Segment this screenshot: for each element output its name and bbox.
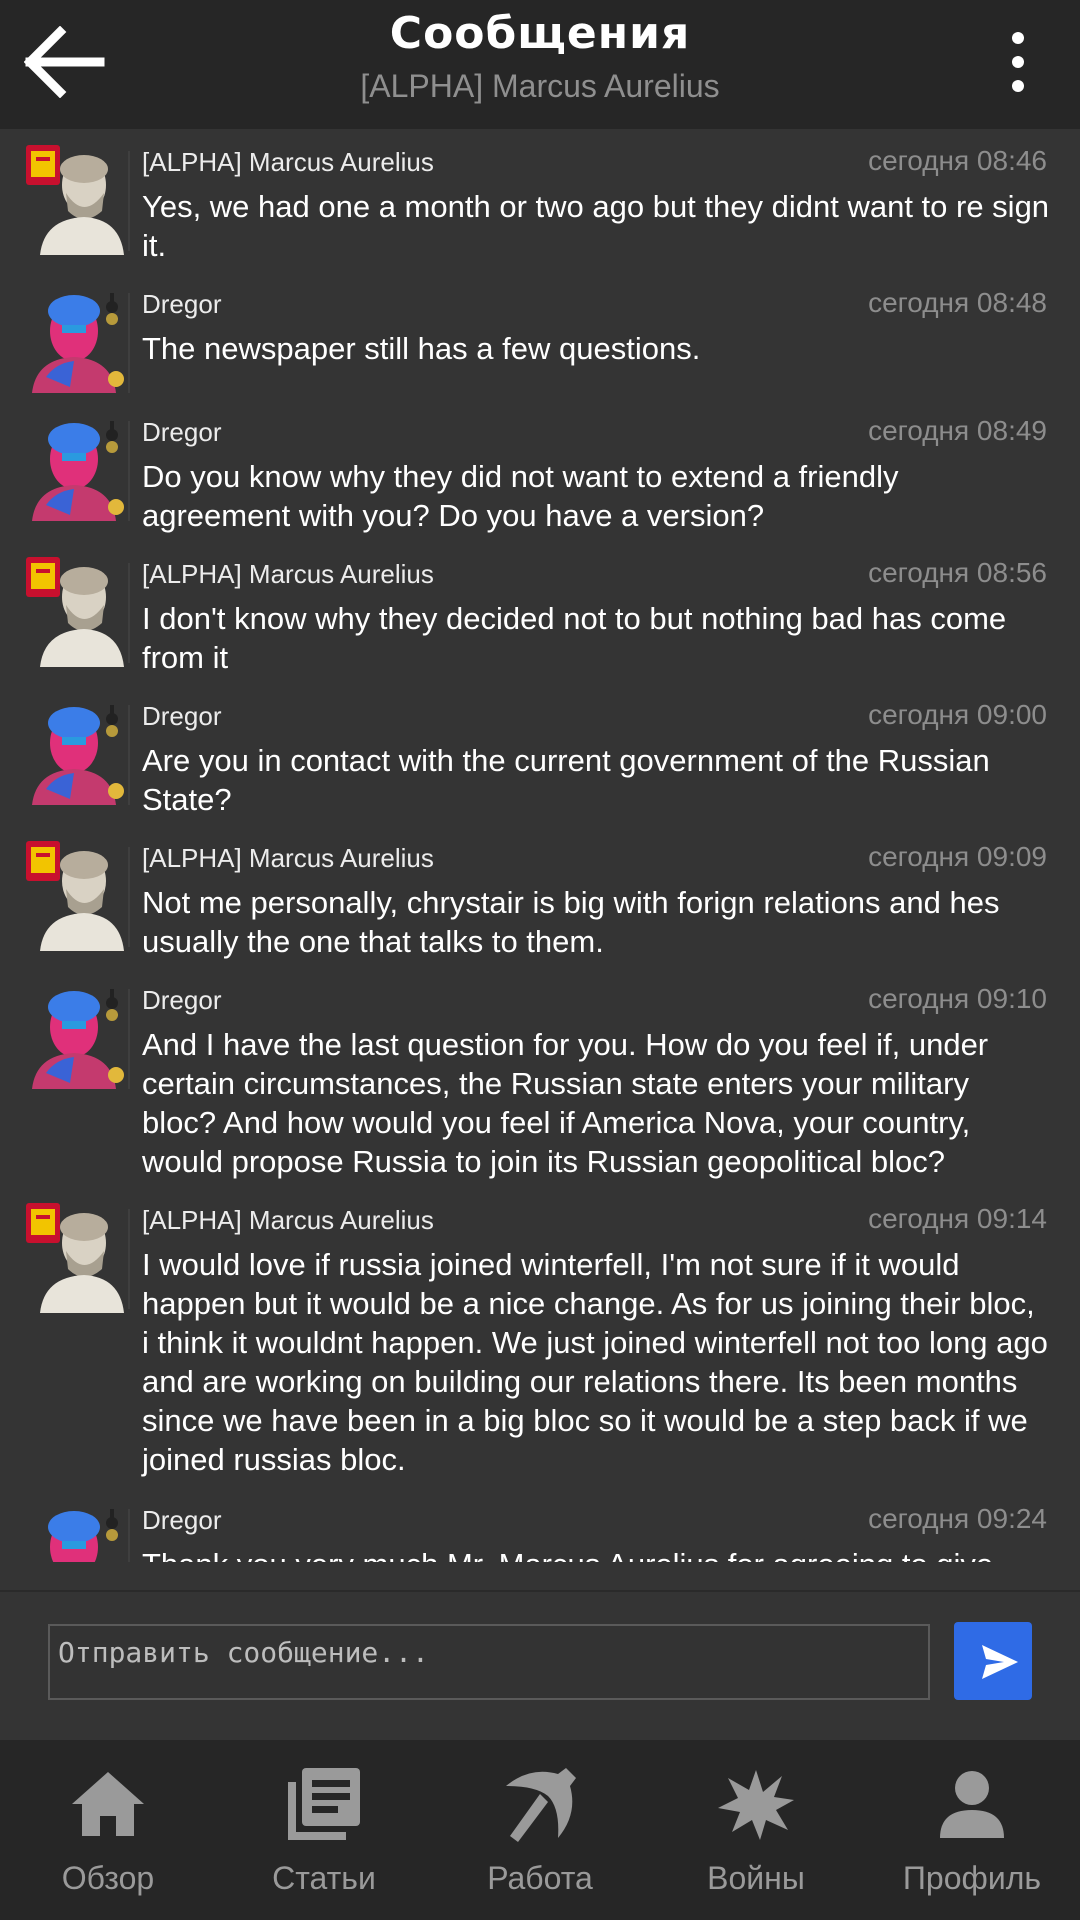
nav-item-wars[interactable]: Войны [648,1740,864,1920]
message-text: And I have the last question for you. Ho… [142,1027,989,1179]
nav-label-wars: Войны [707,1860,805,1896]
home-icon [72,1772,144,1836]
message-input[interactable] [48,1624,930,1700]
message-item[interactable]: [ALPHA] Marcus Aurelius сегодня 08:56 I do… [0,541,1080,683]
nav-item-articles[interactable]: Статьи [216,1740,432,1920]
nav-label-overview: Обзор [61,1860,155,1896]
nav-item-overview[interactable]: Обзор [0,1740,216,1920]
message-sender[interactable]: Dregor [142,417,221,448]
message-item[interactable]: [ALPHA] Marcus Aurelius сегодня 08:46 Yes,… [0,129,1080,271]
message-text: Not me personally, chrystair is big with… [142,885,1000,959]
message-time: сегодня 09:14 [868,1203,1047,1234]
message-time: сегодня 08:49 [868,415,1047,446]
message-sender[interactable]: [ALPHA] Marcus Aurelius [142,559,434,590]
message-divider [128,1209,130,1309]
message-time: сегодня 08:48 [868,287,1047,318]
message-sender[interactable]: [ALPHA] Marcus Aurelius [142,843,434,874]
more-vertical-icon-dot [1012,56,1024,68]
nav-item-work[interactable]: Работа [432,1740,648,1920]
message-time: сегодня 09:24 [868,1503,1047,1534]
avatar[interactable] [26,145,126,255]
nav-label-work: Работа [487,1860,593,1896]
message-composer [0,1590,1080,1742]
avatar[interactable] [26,983,126,1093]
explosion-icon [718,1770,794,1840]
app-header: Сообщения [ALPHA] Marcus Aurelius [0,0,1080,129]
bottom-navigation: Обзор Статьи Работа Войны Профиль [0,1740,1080,1920]
send-icon [982,1645,1018,1679]
more-vertical-icon-dot [1012,80,1024,92]
avatar[interactable] [26,1503,126,1562]
avatar[interactable] [26,699,126,809]
message-item[interactable]: Dregor сегодня 08:49 Do you know why they … [0,399,1080,541]
message-sender[interactable]: Dregor [142,985,221,1016]
message-item[interactable]: Dregor сегодня 08:48 The newspaper still h… [0,271,1080,399]
message-list[interactable]: [ALPHA] Marcus Aurelius сегодня 08:46 Yes,… [0,129,1080,1562]
message-text: Do you know why they did not want to ext… [142,459,899,533]
message-text: I don't know why they decided not to but… [142,601,1007,675]
message-item[interactable]: Dregor сегодня 09:24 Thank you very much M… [0,1487,1080,1562]
message-item[interactable]: [ALPHA] Marcus Aurelius сегодня 09:09 Not … [0,825,1080,967]
conversation-partner: [ALPHA] Marcus Aurelius [360,68,720,104]
message-divider [128,293,130,393]
message-text: The newspaper still has a few questions. [142,331,701,366]
message-text: Thank you very much Mr. Marcus Aurelius … [142,1545,1050,1562]
avatar[interactable] [26,287,126,397]
message-item[interactable]: Dregor сегодня 09:10 And I have the last q… [0,967,1080,1187]
message-sender[interactable]: [ALPHA] Marcus Aurelius [142,147,434,178]
nav-item-profile[interactable]: Профиль [864,1740,1080,1920]
message-time: сегодня 09:09 [868,841,1047,872]
message-divider [128,563,130,663]
nav-label-profile: Профиль [902,1860,1042,1896]
message-divider [128,1509,130,1562]
page-title: Сообщения [389,8,691,59]
send-button[interactable] [954,1622,1032,1700]
more-vertical-icon [1012,32,1024,44]
nav-label-articles: Статьи [272,1860,376,1896]
avatar[interactable] [26,415,126,525]
articles-icon [288,1768,360,1840]
message-divider [128,989,130,1089]
message-text: Yes, we had one a month or two ago but t… [142,189,1050,263]
message-divider [128,847,130,947]
pickaxe-icon [506,1768,576,1842]
message-item[interactable]: Dregor сегодня 09:00 Are you in contact wi… [0,683,1080,825]
message-text: I would love if russia joined winterfell… [142,1247,1048,1477]
avatar[interactable] [26,1203,126,1313]
message-time: сегодня 08:46 [868,145,1047,176]
message-time: сегодня 08:56 [868,557,1047,588]
avatar[interactable] [26,841,126,951]
message-sender[interactable]: Dregor [142,289,221,320]
message-sender[interactable]: [ALPHA] Marcus Aurelius [142,1205,434,1236]
message-sender[interactable]: Dregor [142,1505,221,1536]
message-time: сегодня 09:00 [868,699,1047,730]
message-divider [128,705,130,805]
message-divider [128,151,130,251]
message-text: Are you in contact with the current gove… [142,743,990,817]
avatar[interactable] [26,557,126,667]
profile-icon [940,1771,1004,1838]
message-divider [128,421,130,521]
message-sender[interactable]: Dregor [142,701,221,732]
more-options-button[interactable] [998,32,1038,94]
message-time: сегодня 09:10 [868,983,1047,1014]
message-item[interactable]: [ALPHA] Marcus Aurelius сегодня 09:14 I wo… [0,1187,1080,1487]
